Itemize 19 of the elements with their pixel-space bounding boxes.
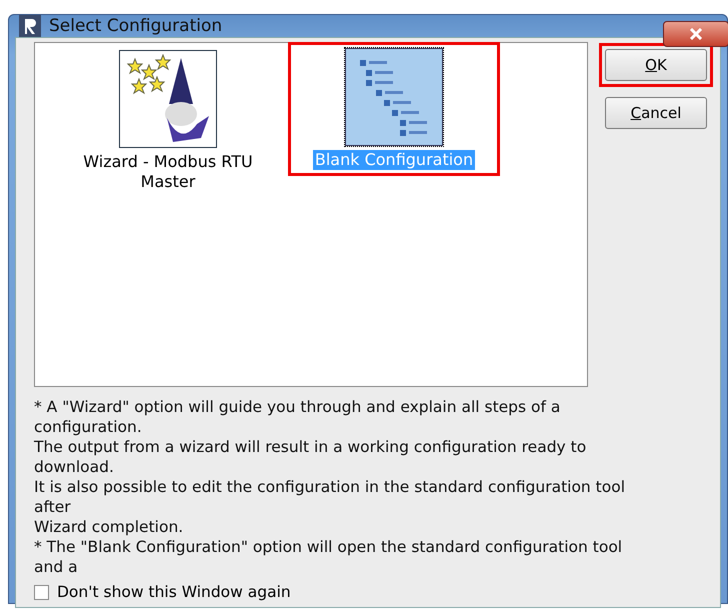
close-button[interactable]	[663, 21, 728, 47]
description-text: It is also possible to edit the configuration in the standard configuration tool	[34, 477, 626, 497]
checkbox[interactable]	[34, 584, 49, 600]
description-text: after	[34, 497, 72, 517]
option-label[interactable]: Wizard - Modbus RTU Master	[68, 152, 268, 192]
description-text: The output from a wizard will result in a working configuration ready to	[34, 437, 588, 457]
app-icon	[19, 15, 41, 37]
description-text: configuration.	[34, 417, 143, 437]
option-thumbnail[interactable]	[345, 48, 443, 146]
window-title: Select Configuration	[49, 16, 222, 36]
description-text: Wizard completion.	[34, 517, 184, 537]
description-text: and a	[34, 557, 79, 577]
description-text: * The "Blank Configuration" option will open the standard configuration tool	[34, 537, 624, 557]
checkbox-label: Don't show this Window again	[57, 583, 291, 601]
description-text: * A "Wizard" option will guide you through and explain all steps of a	[34, 397, 562, 417]
dialog-button[interactable]: Cancel	[605, 97, 707, 129]
dialog-button[interactable]: OK	[605, 49, 707, 81]
description-text: download.	[34, 457, 115, 477]
close-icon	[689, 28, 703, 40]
